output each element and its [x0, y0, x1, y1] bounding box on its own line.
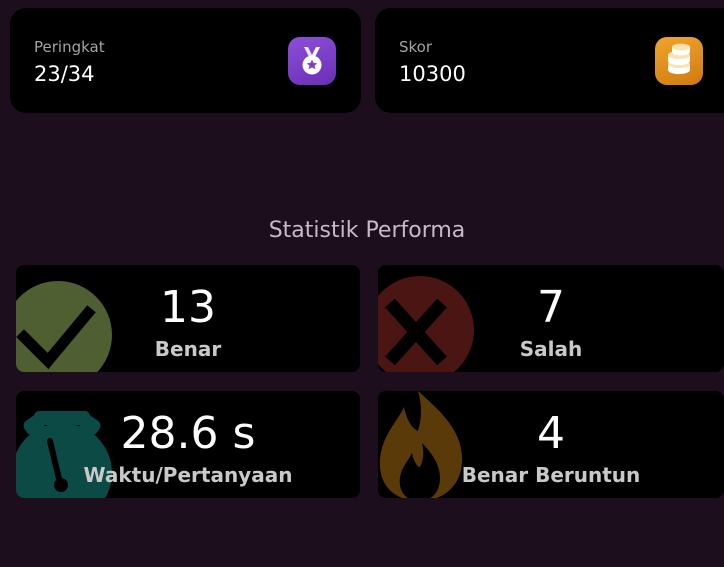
medal-icon	[288, 37, 336, 85]
coins-icon	[655, 37, 703, 85]
score-card: Skor 10300	[375, 8, 724, 113]
time-per-question-value: 28.6 s	[120, 408, 256, 459]
correct-count: 13	[160, 282, 216, 333]
rank-value: 23/34	[34, 62, 95, 86]
streak-stat-card: 4 Benar Beruntun	[378, 391, 724, 498]
streak-label: Benar Beruntun	[461, 463, 641, 487]
time-per-question-label: Waktu/Pertanyaan	[83, 463, 293, 487]
score-label: Skor	[399, 38, 433, 56]
wrong-count: 7	[537, 282, 565, 333]
rank-card: Peringkat 23/34	[10, 8, 361, 113]
score-value: 10300	[399, 62, 466, 86]
time-per-question-card: 28.6 s Waktu/Pertanyaan	[16, 391, 360, 498]
streak-value: 4	[537, 408, 565, 459]
wrong-label: Salah	[519, 337, 583, 361]
performance-stats-title: Statistik Performa	[268, 218, 466, 243]
correct-label: Benar	[154, 337, 222, 361]
wrong-stat-card: 7 Salah	[378, 265, 724, 372]
correct-stat-card: 13 Benar	[16, 265, 360, 372]
rank-label: Peringkat	[34, 38, 105, 56]
